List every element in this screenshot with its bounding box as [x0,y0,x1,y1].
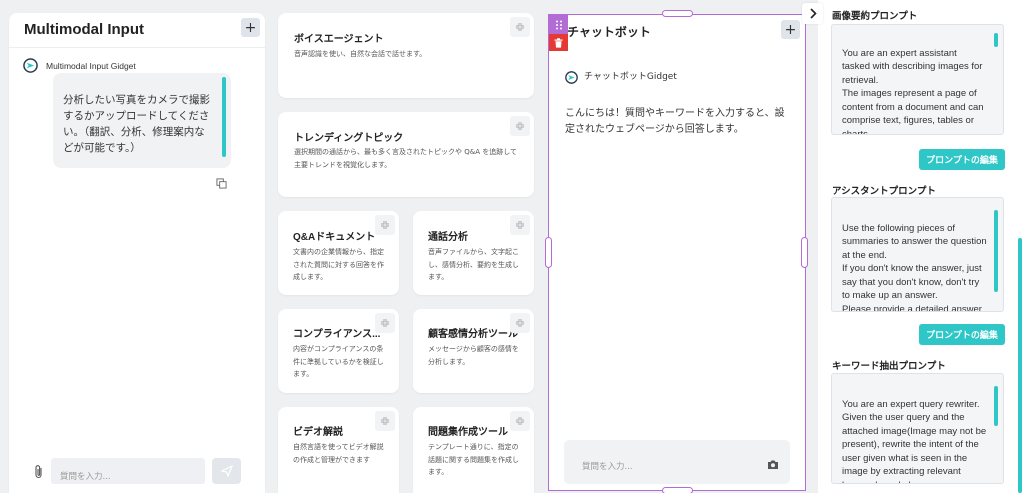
gidget-header: チャットボットGidget [565,69,677,84]
message-text: 分析したい写真をカメラで撮影するかアップロードしてください。（翻訳、分析、修理案… [63,94,210,154]
chatbot-input-placeholder: 質問を入力... [582,462,633,472]
add-gidget-button[interactable]: + [781,20,800,39]
collapse-icon[interactable] [510,116,530,136]
gidget-card-title: ビデオ解説 [293,427,343,438]
panel-header-divider [9,47,265,48]
attach-icon[interactable] [33,464,45,480]
edit-prompt-button[interactable]: プロンプトの編集 [919,324,1005,345]
chatbot-message: こんにちは！質問やキーワードを入力すると、設定されたウェブページから回答します。 [565,108,785,135]
gidget-logo-icon [565,69,578,84]
gidget-card-desc: テンプレート通りに、指定の話題に関する問題集を作成します。 [428,443,519,476]
resize-handle-bottom[interactable] [662,487,693,493]
gidget-card-title: Q&Aドキュメント [293,232,376,243]
gidget-card-customer-sentiment[interactable]: 顧客感情分析ツール メッセージから顧客の感情を分析します。 [413,309,534,393]
question-input[interactable]: 質問を入力... [51,458,205,484]
gidget-card-compliance[interactable]: コンプライアンス... 内容がコンプライアンスの条件に準拠しているかを検証します… [278,309,399,393]
gidget-card-desc: 自然言語を使ってビデオ解説の作成と管理ができます [293,443,384,464]
collapse-icon[interactable] [510,17,530,37]
add-gidget-button[interactable]: + [241,18,260,37]
gidget-card-question-set[interactable]: 問題集作成ツール テンプレート通りに、指定の話題に関する問題集を作成します。 [413,407,534,493]
trash-icon [554,33,563,52]
gidget-card-title: ボイスエージェント [294,34,384,45]
collapse-icon[interactable] [375,411,395,431]
gidget-card-desc: 選択期間の通話から、最も多く言及されたトピックや Q&A を追跡して主要トレンド… [294,148,517,169]
panel-toggle-button[interactable] [802,3,823,24]
send-button[interactable] [212,458,241,484]
collapse-icon[interactable] [510,411,530,431]
panel-title: Multimodal Input [24,21,144,38]
gidget-card-title: 通話分析 [428,232,468,243]
gidget-card-desc: メッセージから顧客の感情を分析します。 [428,345,519,366]
gidget-card-title: 問題集作成ツール [428,427,508,438]
collapse-icon[interactable] [375,215,395,235]
gidget-logo-icon [23,58,38,73]
message-bubble: 分析したい写真をカメラで撮影するかアップロードしてください。（翻訳、分析、修理案… [53,73,231,168]
prompt-text: You are an expert query rewriter. Given … [842,398,987,484]
prompt-scrollbar[interactable] [994,210,998,292]
prompt-scrollbar[interactable] [994,386,998,426]
image-summary-prompt-label: 画像要約プロンプト [832,11,918,22]
gidget-name: Multimodal Input Gidget [46,60,136,71]
delete-button[interactable] [549,34,568,51]
settings-panel-scrollbar[interactable] [1018,238,1022,493]
gidget-card-title: 顧客感情分析ツール [428,329,518,340]
collapse-icon[interactable] [375,313,395,333]
copy-icon[interactable] [216,174,227,189]
prompt-scrollbar[interactable] [994,33,998,47]
gidget-card-video-explanation[interactable]: ビデオ解説 自然言語を使ってビデオ解説の作成と管理ができます [278,407,399,493]
drag-handle[interactable] [549,15,568,34]
message-scrollbar[interactable] [222,77,226,157]
gidget-card-call-analysis[interactable]: 通話分析 音声ファイルから、文字起こし、感情分析、要約を生成します。 [413,211,534,295]
prompt-text: You are an expert assistant tasked with … [842,47,984,135]
keyword-prompt-textarea[interactable]: You are an expert query rewriter. Given … [831,373,1004,484]
drag-grip-icon [555,15,563,34]
gidget-card-qa-document[interactable]: Q&Aドキュメント 文書内の企業情報から、指定された質問に対する回答を作成します… [278,211,399,295]
chatbot-panel[interactable]: チャットボット + チャットボットGidget こんにちは！質問やキーワードを入… [545,10,808,493]
resize-handle-top[interactable] [662,10,693,17]
gidget-card-desc: 文書内の企業情報から、指定された質問に対する回答を作成します。 [293,248,384,281]
assistant-prompt-label: アシスタントプロンプト [832,186,936,197]
assistant-prompt-textarea[interactable]: Use the following pieces of summaries to… [831,197,1004,312]
chatbot-question-input[interactable]: 質問を入力... [564,440,790,484]
gidget-card-title: コンプライアンス... [293,329,381,340]
resize-handle-right[interactable] [801,237,808,268]
edit-prompt-button[interactable]: プロンプトの編集 [919,149,1005,170]
keyword-prompt-label: キーワード抽出プロンプト [832,361,946,372]
collapse-icon[interactable] [510,215,530,235]
gidget-header: Multimodal Input Gidget [23,58,136,73]
gidget-card-desc: 音声ファイルから、文字起こし、感情分析、要約を生成します。 [428,248,519,281]
chevron-right-icon [809,4,817,23]
image-summary-prompt-textarea[interactable]: You are an expert assistant tasked with … [831,24,1004,135]
prompt-text: Use the following pieces of summaries to… [842,222,987,312]
settings-panel: 画像要約プロンプト You are an expert assistant ta… [802,0,1024,493]
gidget-card-desc: 音声認識を使い、自然な会話で話せます。 [294,50,427,58]
resize-handle-left[interactable] [545,237,552,268]
gidget-card-desc: 内容がコンプライアンスの条件に準拠しているかを検証します。 [293,345,384,378]
send-icon [219,462,233,481]
multimodal-panel: Multimodal Input + Multimodal Input Gidg… [9,13,265,493]
camera-icon[interactable] [767,455,779,474]
question-input-placeholder: 質問を入力... [60,472,111,482]
gidget-name: チャットボットGidget [584,72,677,82]
gidget-card-trending-topic[interactable]: トレンディングトピック 選択期間の通話から、最も多く言及されたトピックや Q&A… [278,112,534,197]
gidget-card-title: トレンディングトピック [294,133,404,144]
gidget-card-voice-agent[interactable]: ボイスエージェント 音声認識を使い、自然な会話で話せます。 [278,13,534,98]
chatbot-title: チャットボット [567,25,651,39]
collapse-icon[interactable] [510,313,530,333]
